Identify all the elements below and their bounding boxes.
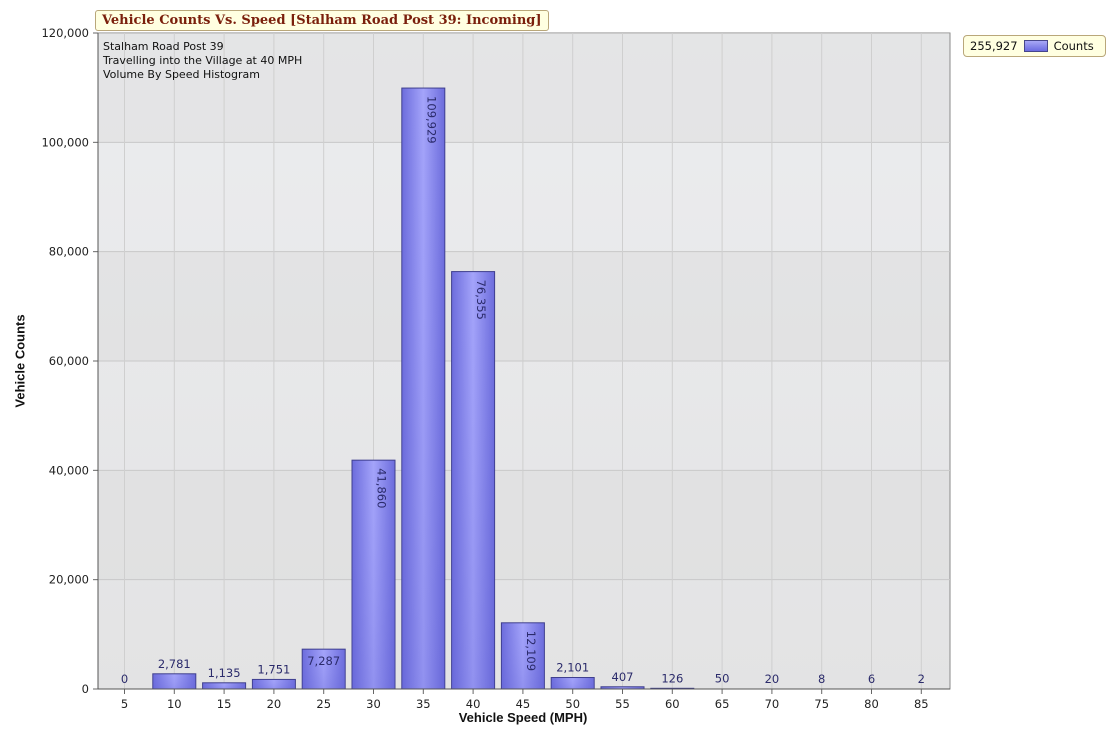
y-tick-label: 20,000: [49, 573, 89, 587]
x-tick-label: 65: [715, 697, 730, 711]
x-tick-label: 10: [167, 697, 182, 711]
y-tick-label: 80,000: [49, 245, 89, 259]
x-tick-label: 20: [267, 697, 282, 711]
bar-shade: [551, 677, 595, 689]
bar-value-label: 0: [121, 672, 128, 686]
bar: [401, 87, 446, 690]
annotation-block: Stalham Road Post 39 Travelling into the…: [103, 40, 302, 82]
legend-swatch: [1023, 40, 1048, 52]
bar: [550, 677, 595, 690]
bar-value-label: 76,355: [474, 280, 488, 320]
bar-value-label: 2: [918, 672, 925, 686]
bar: [202, 682, 247, 690]
y-axis-label: Vehicle Counts: [12, 314, 28, 408]
legend-series-label: Counts: [1053, 39, 1094, 53]
annotation-line: Volume By Speed Histogram: [103, 68, 261, 81]
x-tick-label: 5: [121, 697, 128, 711]
x-tick-label: 70: [765, 697, 780, 711]
bar-value-label: 2,101: [556, 661, 589, 675]
y-tick-label: 0: [82, 682, 89, 696]
bar: [152, 673, 197, 690]
x-tick-label: 80: [864, 697, 879, 711]
bar: [451, 271, 496, 690]
bar-shade: [202, 682, 246, 689]
bar-value-label: 7,287: [307, 654, 340, 668]
y-tick-label: 60,000: [49, 354, 89, 368]
bar-value-label: 8: [818, 672, 825, 686]
x-tick-label: 30: [366, 697, 381, 711]
x-axis-label: Vehicle Speed (MPH): [458, 710, 588, 725]
x-tick-label: 15: [217, 697, 232, 711]
x-tick-label: 75: [814, 697, 829, 711]
x-tick-label: 50: [565, 697, 580, 711]
chart: 0 2,781 1,135 1,751 7,287 41,860 109,929 76,355…: [41, 26, 951, 711]
bar-value-label: 1,135: [208, 666, 241, 680]
bar-shade: [252, 679, 296, 689]
legend-total: 255,927: [970, 39, 1018, 53]
x-tick-label: 45: [516, 697, 531, 711]
bar-value-label: 1,751: [257, 662, 290, 676]
chart-title: Vehicle Counts Vs. Speed [Stalham Road P…: [95, 10, 549, 31]
bar-value-label: 20: [765, 672, 780, 686]
y-tick-label: 120,000: [41, 26, 89, 40]
bar-value-label: 109,929: [424, 96, 438, 144]
bar-value-label: 407: [612, 670, 634, 684]
y-tick-label: 40,000: [49, 463, 89, 477]
bar-shade: [401, 88, 445, 689]
bar-value-label: 6: [868, 672, 875, 686]
bar-shade: [152, 673, 196, 689]
x-tick-label: 85: [914, 697, 929, 711]
bar-shade: [451, 271, 495, 689]
x-tick-label: 35: [416, 697, 431, 711]
bar: [251, 678, 296, 690]
bar-value-label: 126: [661, 671, 683, 685]
annotation-line: Travelling into the Village at 40 MPH: [103, 54, 303, 67]
x-tick-label: 55: [615, 697, 630, 711]
y-tick-label: 100,000: [41, 135, 89, 149]
x-tick-label: 60: [665, 697, 680, 711]
bar-value-label: 41,860: [375, 468, 389, 508]
bar-value-label: 50: [715, 672, 730, 686]
annotation-line: Stalham Road Post 39: [103, 40, 224, 53]
legend: 255,927 Counts: [963, 35, 1106, 57]
x-tick-label: 40: [466, 697, 481, 711]
x-tick-label: 25: [316, 697, 331, 711]
bar-value-label: 12,109: [524, 631, 538, 671]
bar-value-label: 2,781: [158, 657, 191, 671]
